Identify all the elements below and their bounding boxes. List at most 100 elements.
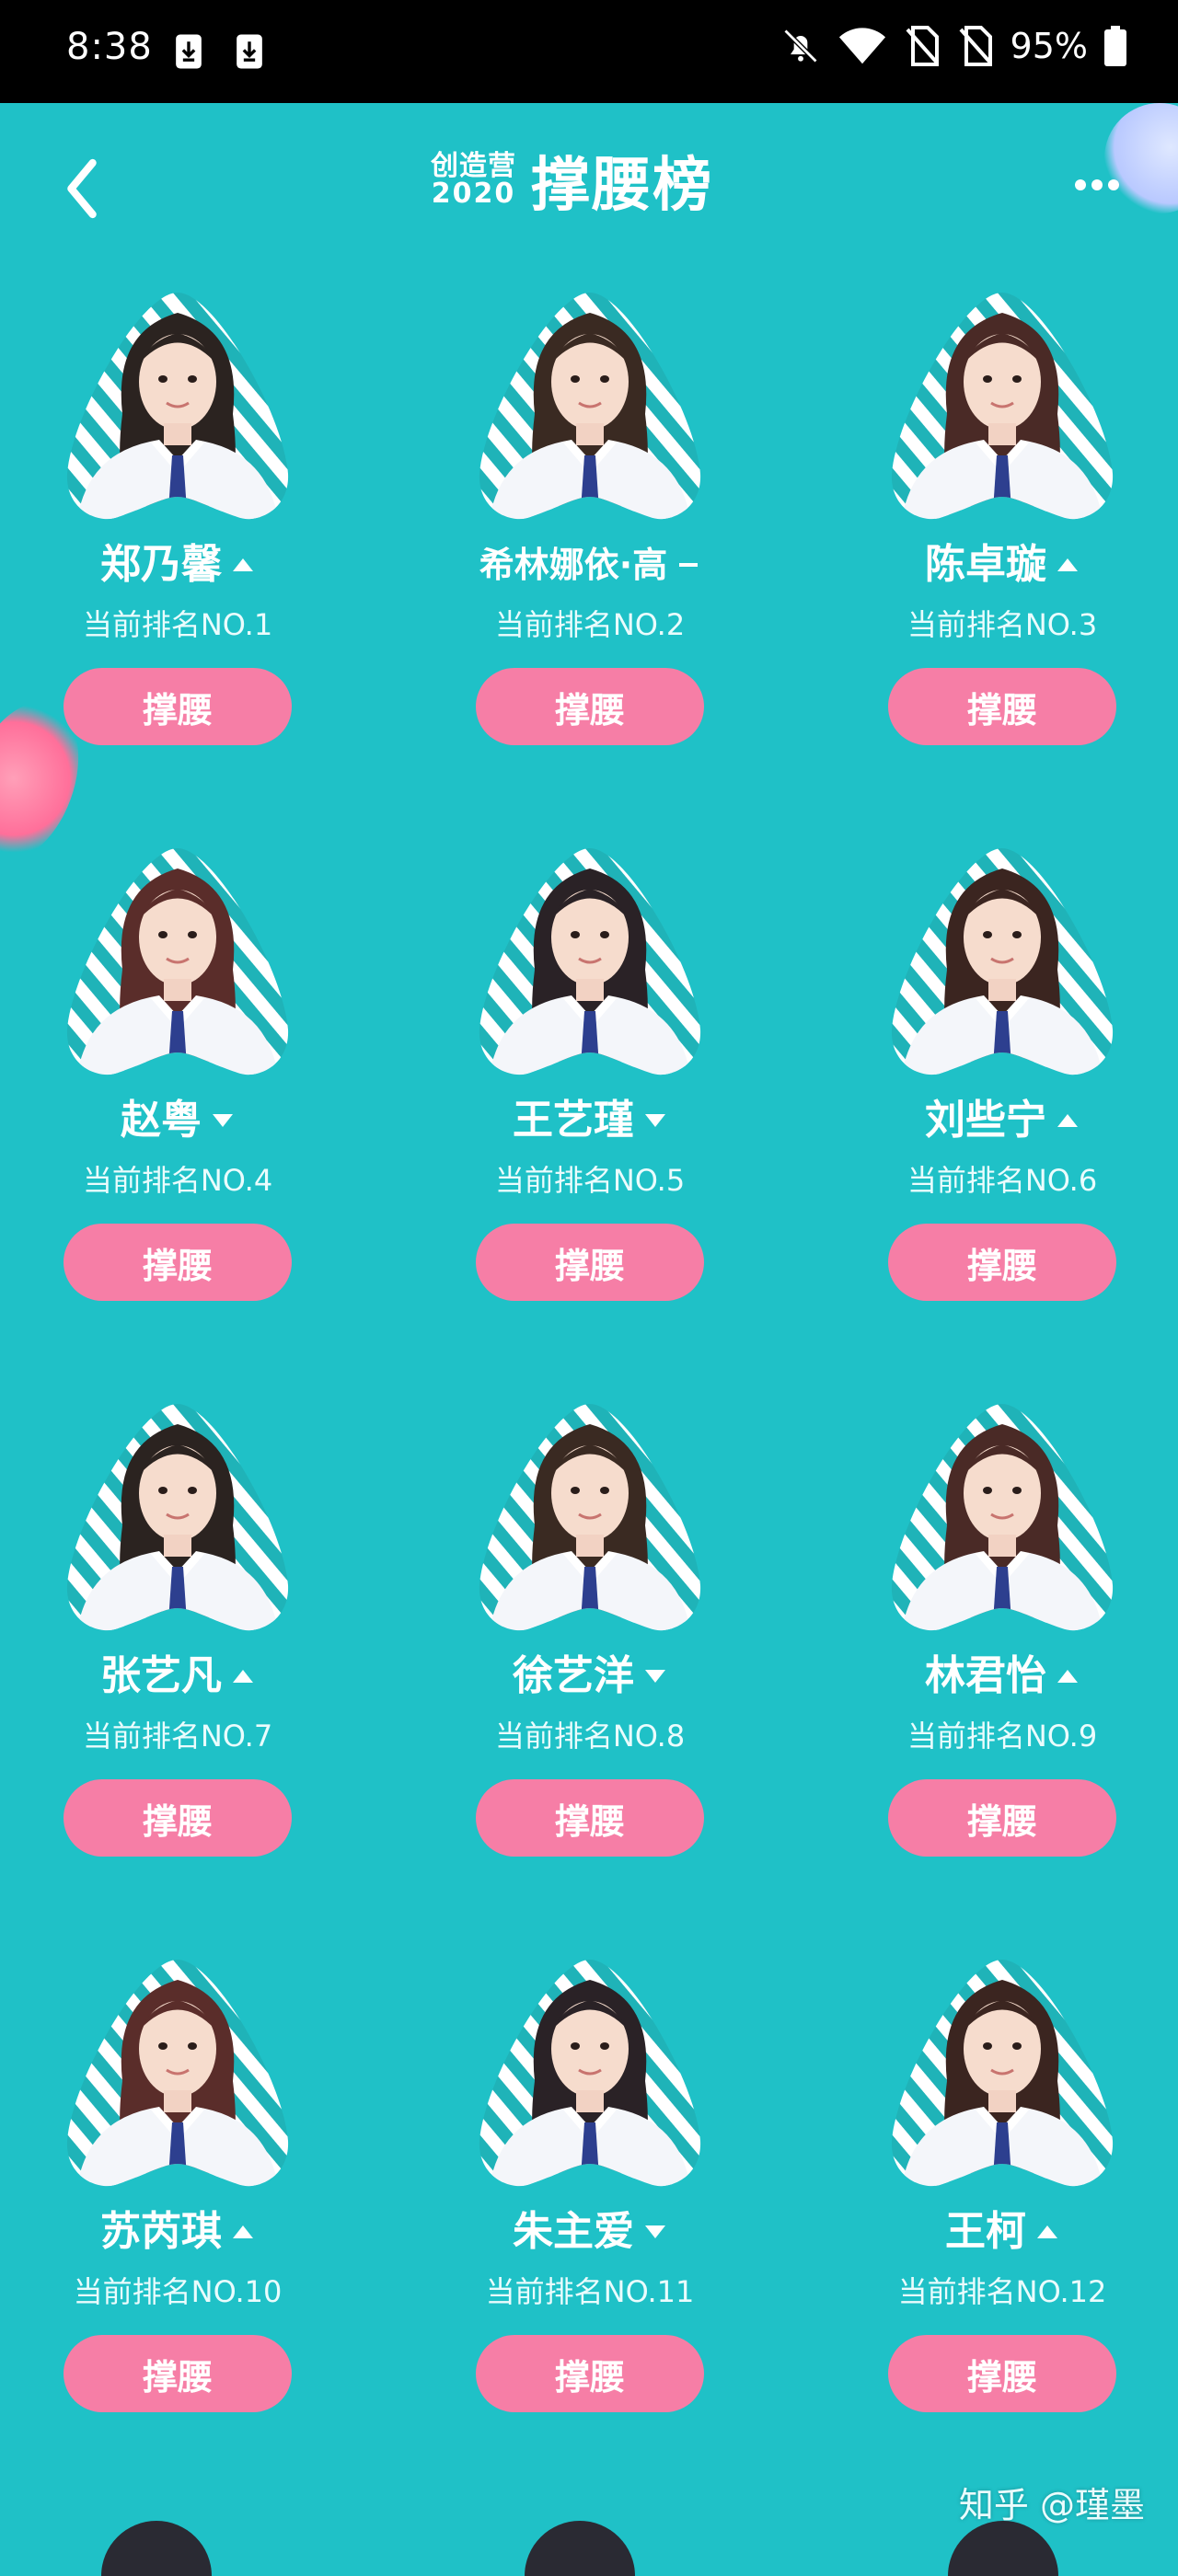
contestant-avatar[interactable] <box>58 276 297 524</box>
contestant-name: 陈卓璇 <box>925 541 1046 588</box>
contestant-name-line: 陈卓璇 <box>883 541 1122 589</box>
contestant-card: 张艺凡当前排名NO.7 撑腰 <box>58 1387 297 1857</box>
contestant-name: 赵粤 <box>121 1097 202 1144</box>
avatar-partial <box>948 2521 1058 2576</box>
support-button[interactable]: 撑腰 <box>64 2335 292 2412</box>
contestant-name: 希林娜依·高 <box>479 545 668 585</box>
download-icon <box>237 34 262 69</box>
support-button[interactable]: 撑腰 <box>476 1224 704 1301</box>
page-title-text: 撑腰榜 <box>531 152 713 220</box>
contestant-card: 郑乃馨当前排名NO.1 撑腰 <box>58 276 297 745</box>
contestant-name-line: 徐艺洋 <box>470 1652 710 1700</box>
contestant-name: 刘些宁 <box>925 1097 1046 1144</box>
avatar-partial <box>101 2521 212 2576</box>
trend-down-icon <box>213 1114 233 1127</box>
battery-percent: 95% <box>1010 26 1088 66</box>
contestant-rank: 当前排名NO.10 <box>73 2274 283 2309</box>
show-logo: 创造营 2020 <box>431 150 516 210</box>
contestant-avatar[interactable] <box>883 832 1122 1080</box>
contestant-name: 林君怡 <box>925 1652 1046 1699</box>
grid-row: 苏芮琪当前排名NO.10 撑腰 朱主爱当前排名NO.11 撑腰 王柯当前排名NO.12 撑… <box>0 1943 1178 2499</box>
trend-same-icon <box>679 563 699 567</box>
status-time: 8:38 <box>66 26 153 68</box>
contestant-rank: 当前排名NO.12 <box>897 2274 1107 2309</box>
contestant-rank: 当前排名NO.11 <box>485 2274 695 2309</box>
bell-off-icon <box>783 29 817 63</box>
trend-up-icon <box>1057 1670 1078 1683</box>
support-button[interactable]: 撑腰 <box>64 1779 292 1857</box>
contestant-card: 苏芮琪当前排名NO.10 撑腰 <box>58 1943 297 2412</box>
support-button[interactable]: 撑腰 <box>64 668 292 745</box>
contestant-avatar[interactable] <box>883 1943 1122 2191</box>
contestant-avatar[interactable] <box>58 1387 297 1636</box>
contestant-name-line: 苏芮琪 <box>58 2208 297 2256</box>
watermark: 知乎 @瑾墨 <box>958 2485 1145 2525</box>
status-bar: 8:38 95% <box>0 0 1178 103</box>
contestant-name-line: 王艺瑾 <box>470 1097 710 1144</box>
no-sim-icon <box>959 26 992 66</box>
contestant-avatar[interactable] <box>470 832 710 1080</box>
support-button[interactable]: 撑腰 <box>888 2335 1116 2412</box>
back-button[interactable] <box>59 156 105 221</box>
contestant-name-line: 刘些宁 <box>883 1097 1122 1144</box>
trend-up-icon <box>1057 558 1078 571</box>
grid-row: 赵粤 当前排名NO.4 撑腰 王艺瑾当前排名NO.5 撑腰 刘些宁当前排名NO.6 撑腰 <box>0 832 1178 1387</box>
trend-down-icon <box>645 1114 665 1127</box>
contestant-rank: 当前排名NO.2 <box>494 607 686 642</box>
support-button[interactable]: 撑腰 <box>888 1779 1116 1857</box>
more-dots-icon[interactable] <box>1075 177 1130 199</box>
contestant-name-line: 希林娜依·高 <box>470 541 710 589</box>
support-button[interactable]: 撑腰 <box>476 1779 704 1857</box>
contestant-card: 赵粤 当前排名NO.4 撑腰 <box>58 832 297 1301</box>
contestant-card: 林君怡当前排名NO.9 撑腰 <box>883 1387 1122 1857</box>
contestant-card: 陈卓璇当前排名NO.3 撑腰 <box>883 276 1122 745</box>
support-button[interactable]: 撑腰 <box>64 1224 292 1301</box>
contestant-avatar[interactable] <box>470 276 710 524</box>
contestant-name: 朱主爱 <box>513 2208 634 2255</box>
grid-row: 张艺凡当前排名NO.7 撑腰 徐艺洋当前排名NO.8 撑腰 林君怡当前排名NO.9 撑腰 <box>0 1387 1178 1943</box>
trend-up-icon <box>1037 2225 1057 2238</box>
trend-up-icon <box>1057 1114 1078 1127</box>
avatar-partial <box>525 2521 635 2576</box>
contestant-rank: 当前排名NO.3 <box>907 607 1098 642</box>
support-button[interactable]: 撑腰 <box>476 668 704 745</box>
contestant-card: 徐艺洋当前排名NO.8 撑腰 <box>470 1387 710 1857</box>
contestant-avatar[interactable] <box>470 1387 710 1636</box>
contestant-rank: 当前排名NO.6 <box>907 1163 1098 1198</box>
header: 创造营 2020 撑腰榜 <box>0 103 1178 259</box>
trend-up-icon <box>233 558 253 571</box>
page-title: 创造营 2020 撑腰榜 <box>431 134 713 226</box>
contestant-card: 王柯当前排名NO.12 撑腰 <box>883 1943 1122 2412</box>
contestant-name: 王艺瑾 <box>513 1097 634 1144</box>
contestant-card: 朱主爱当前排名NO.11 撑腰 <box>470 1943 710 2412</box>
contestant-name-line: 郑乃馨 <box>58 541 297 589</box>
contestant-rank: 当前排名NO.9 <box>907 1719 1098 1754</box>
support-button[interactable]: 撑腰 <box>888 668 1116 745</box>
grid-row: 郑乃馨 当前排名NO.1 撑腰 希林娜依·高 当前排名NO.2 撑腰 陈卓璇 当前排名NO.3… <box>0 276 1178 832</box>
support-button[interactable]: 撑腰 <box>888 1224 1116 1301</box>
contestant-card: 希林娜依·高当前排名NO.2 撑腰 <box>470 276 710 745</box>
contestant-rank: 当前排名NO.1 <box>82 607 273 642</box>
contestant-name-line: 王柯 <box>883 2208 1122 2256</box>
contestant-name-line: 赵粤 <box>58 1097 297 1144</box>
contestant-avatar[interactable] <box>883 1387 1122 1636</box>
contestant-rank: 当前排名NO.7 <box>82 1719 273 1754</box>
contestant-name-line: 张艺凡 <box>58 1652 297 1700</box>
contestant-rank: 当前排名NO.5 <box>494 1163 686 1198</box>
support-button[interactable]: 撑腰 <box>476 2335 704 2412</box>
contestant-name: 苏芮琪 <box>100 2208 222 2255</box>
contestant-rank: 当前排名NO.8 <box>494 1719 686 1754</box>
contestant-avatar[interactable] <box>58 1943 297 2191</box>
contestant-name: 郑乃馨 <box>100 541 222 588</box>
contestant-avatar[interactable] <box>58 832 297 1080</box>
trend-down-icon <box>645 2225 665 2238</box>
trend-up-icon <box>233 2225 253 2238</box>
contestant-avatar[interactable] <box>883 276 1122 524</box>
trend-up-icon <box>233 1670 253 1683</box>
battery-icon <box>1104 26 1126 66</box>
download-icon <box>176 34 202 69</box>
no-sim-icon <box>906 26 939 66</box>
contestant-avatar[interactable] <box>470 1943 710 2191</box>
contestant-card: 刘些宁当前排名NO.6 撑腰 <box>883 832 1122 1301</box>
contestant-name: 徐艺洋 <box>513 1652 634 1699</box>
